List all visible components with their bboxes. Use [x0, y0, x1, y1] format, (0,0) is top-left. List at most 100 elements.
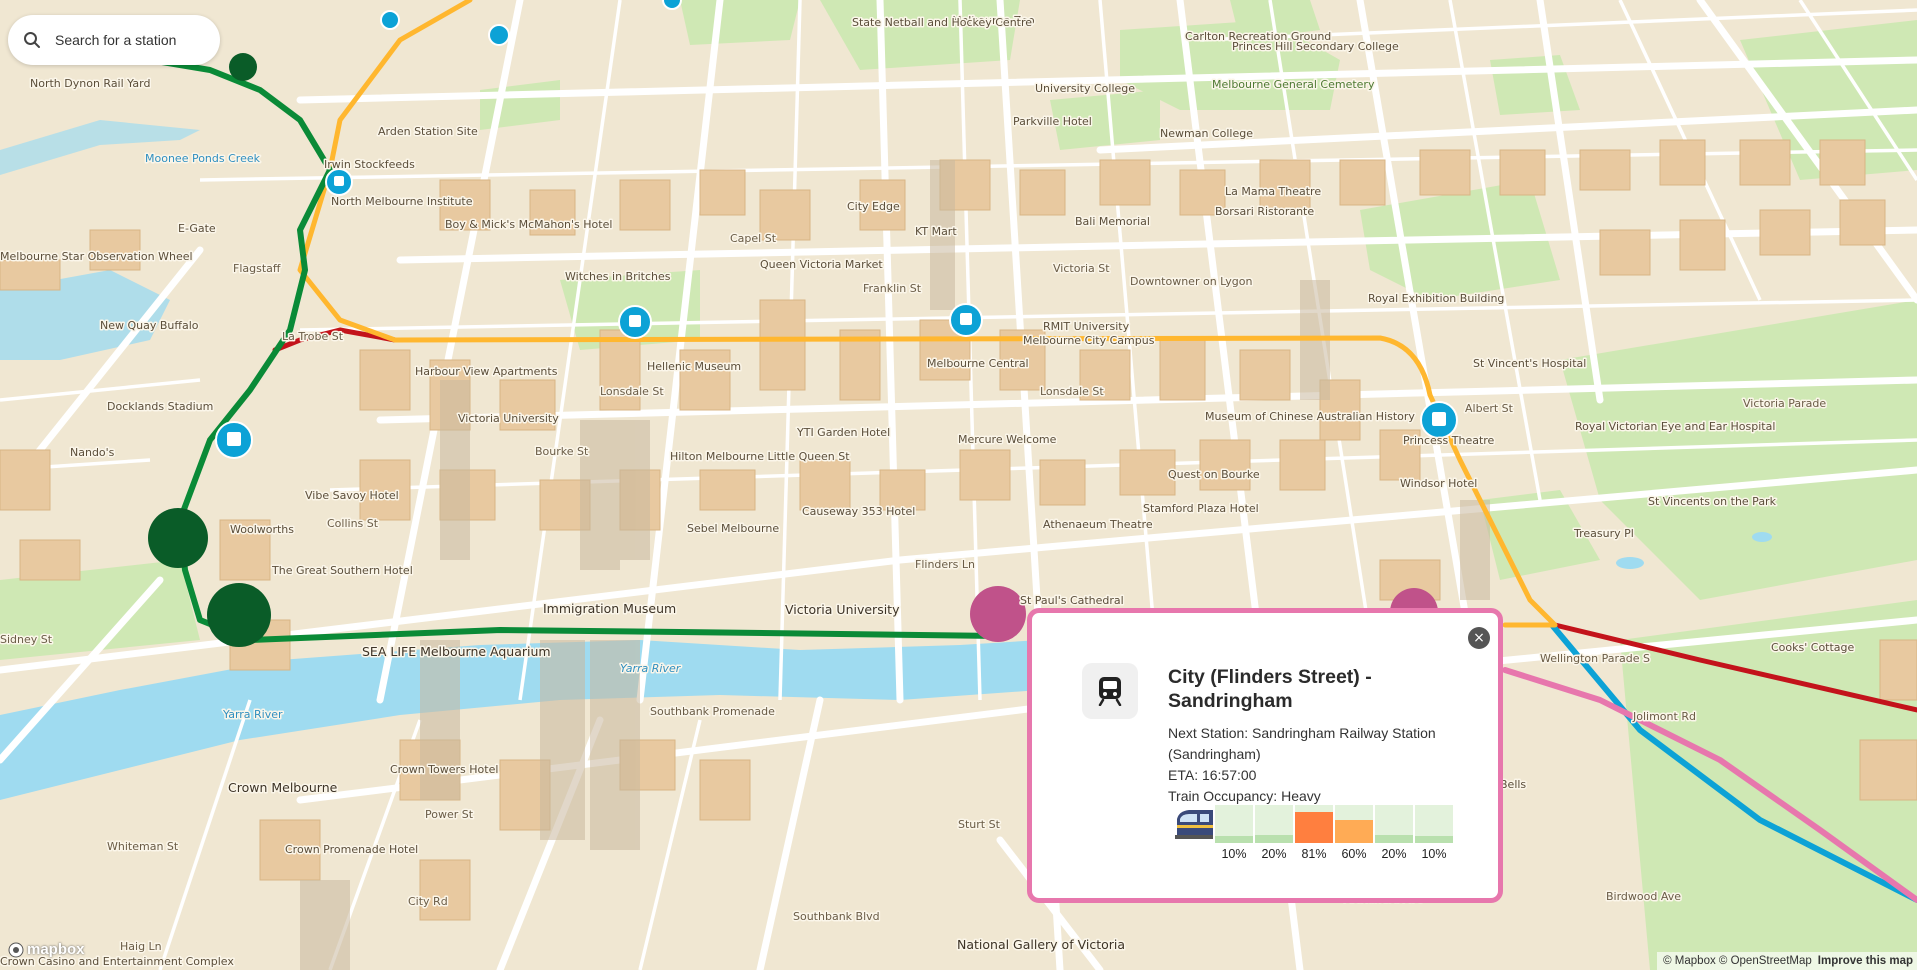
- svg-text:Yarra River: Yarra River: [620, 662, 682, 675]
- svg-text:North Dynon Rail Yard: North Dynon Rail Yard: [30, 77, 150, 90]
- svg-text:Sidney St: Sidney St: [0, 633, 53, 646]
- train-icon: [1082, 663, 1138, 719]
- search-input[interactable]: [53, 31, 207, 49]
- svg-text:Museum of Chinese Australian H: Museum of Chinese Australian History: [1205, 410, 1415, 423]
- svg-text:Mercure Welcome: Mercure Welcome: [958, 433, 1057, 446]
- occupancy-fill: [1295, 812, 1333, 843]
- svg-text:Power St: Power St: [425, 808, 474, 821]
- occupancy-percent: 20%: [1381, 847, 1407, 861]
- svg-text:City Rd: City Rd: [408, 895, 448, 908]
- occupancy-bar: [1295, 805, 1333, 843]
- locomotive-icon: [1175, 805, 1213, 843]
- svg-text:Borsari Ristorante: Borsari Ristorante: [1215, 205, 1314, 218]
- occupancy-percent: 60%: [1341, 847, 1367, 861]
- svg-text:Witches in Britches: Witches in Britches: [565, 270, 671, 283]
- map-canvas[interactable]: Yarra River Yarra River Moonee Ponds Cre…: [0, 0, 1917, 970]
- svg-text:RMIT University: RMIT University: [1043, 320, 1130, 333]
- svg-text:Boy & Mick's McMahon's Hotel: Boy & Mick's McMahon's Hotel: [445, 218, 612, 231]
- svg-text:Jolimont Rd: Jolimont Rd: [1632, 710, 1696, 723]
- svg-text:Bourke St: Bourke St: [535, 445, 589, 458]
- occupancy-car: 20%: [1375, 805, 1413, 865]
- occupancy-chart: 10% 20% 81% 60% 20% 10%: [1175, 805, 1455, 865]
- mapbox-logo[interactable]: mapbox: [8, 941, 85, 958]
- search-box[interactable]: [8, 15, 220, 65]
- svg-text:Melbourne City Campus: Melbourne City Campus: [1023, 334, 1155, 347]
- occupancy-text: Train Occupancy: Heavy: [1168, 788, 1321, 804]
- occupancy-bar: [1375, 805, 1413, 843]
- svg-text:Albert St: Albert St: [1465, 402, 1514, 415]
- svg-text:YTI Garden Hotel: YTI Garden Hotel: [796, 426, 890, 439]
- svg-text:Newman College: Newman College: [1160, 127, 1253, 140]
- svg-text:La Trobe St: La Trobe St: [282, 330, 344, 343]
- attribution-text[interactable]: © Mapbox © OpenStreetMap: [1663, 955, 1812, 967]
- svg-text:Victoria St: Victoria St: [1053, 262, 1110, 275]
- occupancy-fill: [1215, 836, 1253, 843]
- svg-text:E-Gate: E-Gate: [178, 222, 216, 235]
- occupancy-bar: [1215, 805, 1253, 843]
- occupancy-car: 10%: [1415, 805, 1453, 865]
- svg-text:Capel St: Capel St: [730, 232, 777, 245]
- svg-text:National Gallery of Victoria: National Gallery of Victoria: [957, 937, 1125, 952]
- svg-text:Haig Ln: Haig Ln: [120, 940, 162, 953]
- svg-text:Downtowner on Lygon: Downtowner on Lygon: [1130, 275, 1253, 288]
- svg-text:Athenaeum Theatre: Athenaeum Theatre: [1043, 518, 1153, 531]
- occupancy-percent: 81%: [1301, 847, 1327, 861]
- svg-text:Victoria Parade: Victoria Parade: [1743, 397, 1826, 410]
- svg-text:North Melbourne Institute: North Melbourne Institute: [331, 195, 473, 208]
- svg-text:The Great Southern Hotel: The Great Southern Hotel: [271, 564, 413, 577]
- occupancy-bar: [1415, 805, 1453, 843]
- svg-text:Royal Victorian Eye and Ear Ho: Royal Victorian Eye and Ear Hospital: [1575, 420, 1775, 433]
- svg-text:Nando's: Nando's: [70, 446, 115, 459]
- svg-text:Southbank Blvd: Southbank Blvd: [793, 910, 880, 923]
- improve-map-link[interactable]: Improve this map: [1818, 955, 1913, 967]
- svg-text:Wellington Parade S: Wellington Parade S: [1540, 652, 1650, 665]
- eta: ETA: 16:57:00: [1168, 767, 1257, 783]
- svg-text:State Netball and Hockey Centr: State Netball and Hockey Centre: [852, 16, 1032, 29]
- svg-text:Melbourne General Cemetery: Melbourne General Cemetery: [1212, 78, 1375, 91]
- svg-text:Woolworths: Woolworths: [230, 523, 294, 536]
- svg-text:Princes Hill Secondary College: Princes Hill Secondary College: [1232, 40, 1399, 53]
- svg-text:Crown Towers Hotel: Crown Towers Hotel: [390, 763, 498, 776]
- svg-text:St Vincent's Hospital: St Vincent's Hospital: [1473, 357, 1586, 370]
- svg-text:Stamford Plaza Hotel: Stamford Plaza Hotel: [1143, 502, 1259, 515]
- occupancy-fill: [1335, 820, 1373, 843]
- svg-text:La Mama Theatre: La Mama Theatre: [1225, 185, 1321, 198]
- svg-text:Cooks' Cottage: Cooks' Cottage: [1771, 641, 1855, 654]
- svg-text:Crown Promenade Hotel: Crown Promenade Hotel: [285, 843, 418, 856]
- svg-text:Birdwood Ave: Birdwood Ave: [1606, 890, 1681, 903]
- svg-text:Victoria University: Victoria University: [785, 602, 900, 617]
- search-icon: [21, 29, 43, 51]
- svg-text:Whiteman St: Whiteman St: [107, 840, 179, 853]
- svg-text:Melbourne Star Observation Whe: Melbourne Star Observation Wheel: [0, 250, 193, 263]
- next-station: Next Station: Sandringham Railway Statio…: [1168, 725, 1436, 762]
- svg-text:Lonsdale St: Lonsdale St: [600, 385, 664, 398]
- svg-text:Hilton Melbourne Little Queen: Hilton Melbourne Little Queen St: [670, 450, 850, 463]
- svg-text:Queen Victoria Market: Queen Victoria Market: [760, 258, 883, 271]
- svg-text:Southbank Promenade: Southbank Promenade: [650, 705, 775, 718]
- svg-text:Arden Station Site: Arden Station Site: [378, 125, 478, 138]
- occupancy-fill: [1375, 835, 1413, 843]
- svg-text:Collins St: Collins St: [327, 517, 379, 530]
- occupancy-percent: 10%: [1421, 847, 1447, 861]
- svg-text:Bells: Bells: [1500, 778, 1526, 791]
- svg-text:SEA LIFE Melbourne Aquarium: SEA LIFE Melbourne Aquarium: [362, 644, 551, 659]
- close-button[interactable]: ×: [1468, 627, 1490, 649]
- svg-text:Immigration Museum: Immigration Museum: [543, 601, 676, 616]
- svg-text:Moonee Ponds Creek: Moonee Ponds Creek: [145, 152, 261, 165]
- svg-text:Crown Melbourne: Crown Melbourne: [228, 780, 338, 795]
- svg-text:Irwin Stockfeeds: Irwin Stockfeeds: [324, 158, 415, 171]
- svg-text:Flagstaff: Flagstaff: [233, 262, 281, 275]
- occupancy-fill: [1255, 835, 1293, 843]
- svg-text:City Edge: City Edge: [847, 200, 900, 213]
- svg-text:Sebel Melbourne: Sebel Melbourne: [687, 522, 779, 535]
- svg-text:Melbourne Central: Melbourne Central: [927, 357, 1029, 370]
- mapbox-icon: [8, 942, 24, 957]
- svg-text:Franklin St: Franklin St: [863, 282, 922, 295]
- svg-text:Royal Exhibition Building: Royal Exhibition Building: [1368, 292, 1504, 305]
- occupancy-bar: [1335, 805, 1373, 843]
- svg-text:Treasury Pl: Treasury Pl: [1573, 527, 1634, 540]
- svg-text:Lonsdale St: Lonsdale St: [1040, 385, 1104, 398]
- svg-text:Quest on Bourke: Quest on Bourke: [1168, 468, 1260, 481]
- attribution: © Mapbox © OpenStreetMap Improve this ma…: [1657, 952, 1917, 970]
- svg-text:St Vincents on the Park: St Vincents on the Park: [1648, 495, 1777, 508]
